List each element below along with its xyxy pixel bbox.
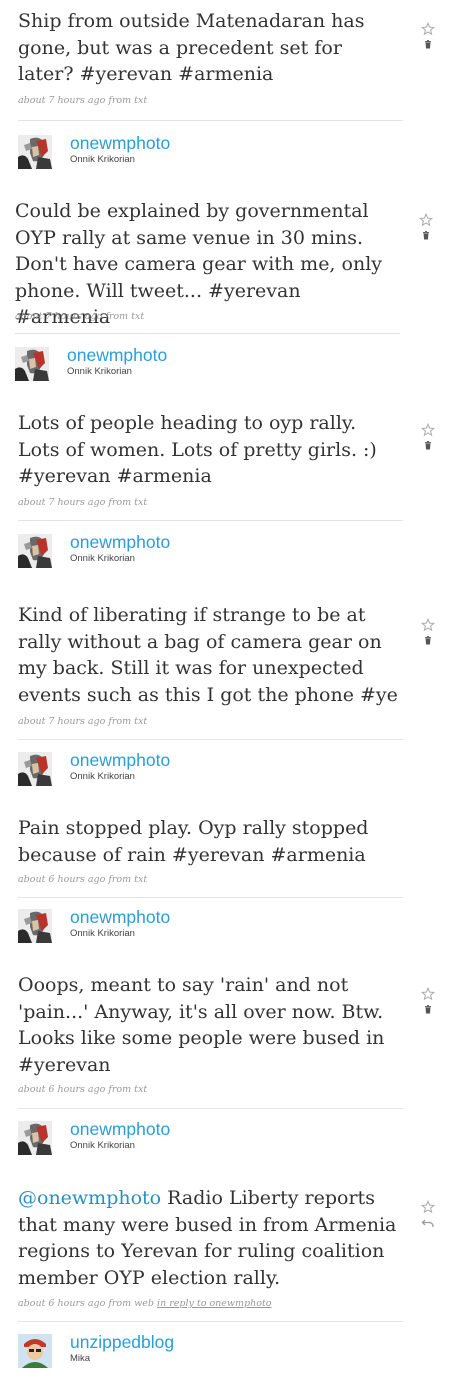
- avatar[interactable]: [18, 909, 52, 943]
- avatar[interactable]: [18, 534, 52, 568]
- tweet-author: onewmphoto Onnik Krikorian: [18, 750, 238, 792]
- tweet-meta: about 6 hours ago from web in reply to o…: [18, 1298, 272, 1309]
- tweet-meta: about 6 hours ago from txt: [18, 874, 148, 885]
- trash-icon[interactable]: [421, 1003, 435, 1017]
- star-outline-icon[interactable]: [421, 618, 435, 632]
- trash-icon[interactable]: [421, 38, 435, 52]
- meta-time-source: about 6 hours ago from web: [18, 1298, 155, 1309]
- author-full-name: Onnik Krikorian: [70, 1140, 135, 1151]
- tweet-author: onewmphoto Onnik Krikorian: [18, 133, 238, 175]
- tweet-author: onewmphoto Onnik Krikorian: [18, 532, 238, 574]
- tweet-meta: about 7 hours ago from txt: [15, 311, 145, 322]
- avatar[interactable]: [15, 347, 49, 381]
- tweet-author: onewmphoto Onnik Krikorian: [15, 345, 235, 387]
- tweet-meta: about 7 hours ago from txt: [18, 716, 148, 727]
- separator: [18, 120, 403, 121]
- avatar[interactable]: [18, 1121, 52, 1155]
- trash-icon[interactable]: [421, 439, 435, 453]
- author-full-name: Onnik Krikorian: [70, 771, 135, 782]
- tweet-author: onewmphoto Onnik Krikorian: [18, 907, 238, 949]
- star-outline-icon[interactable]: [419, 213, 433, 227]
- author-screen-name[interactable]: onewmphoto: [70, 907, 170, 928]
- star-outline-icon[interactable]: [421, 423, 435, 437]
- tweet-meta: about 7 hours ago from txt: [18, 95, 148, 106]
- tweet-text: @onewmphoto Radio Liberty reports that m…: [18, 1185, 403, 1291]
- tweet-text: Lots of people heading to oyp rally. Lot…: [18, 412, 377, 487]
- author-full-name: Onnik Krikorian: [67, 366, 132, 377]
- separator: [15, 333, 400, 334]
- author-full-name: Onnik Krikorian: [70, 553, 135, 564]
- separator: [18, 897, 403, 898]
- trash-icon[interactable]: [419, 229, 433, 243]
- tweet-text: Ship from outside Matenadaran has gone, …: [18, 10, 365, 85]
- author-screen-name[interactable]: unzippedblog: [70, 1332, 174, 1353]
- tweet-text: Ooops, meant to say 'rain' and not 'pain…: [18, 974, 385, 1076]
- separator: [18, 1108, 403, 1109]
- tweet-meta: about 6 hours ago from txt: [18, 1084, 148, 1095]
- reply-arrow-icon[interactable]: [421, 1216, 435, 1230]
- star-outline-icon[interactable]: [421, 1200, 435, 1214]
- in-reply-to-link[interactable]: in reply to onewmphoto: [157, 1298, 271, 1309]
- author-full-name: Onnik Krikorian: [70, 928, 135, 939]
- author-screen-name[interactable]: onewmphoto: [70, 532, 170, 553]
- tweet-meta: about 7 hours ago from txt: [18, 497, 148, 508]
- author-screen-name[interactable]: onewmphoto: [67, 345, 167, 366]
- author-full-name: Onnik Krikorian: [70, 154, 135, 165]
- tweet-author: onewmphoto Onnik Krikorian: [18, 1119, 238, 1161]
- tweet-text: Kind of liberating if strange to be at r…: [18, 604, 398, 706]
- star-outline-icon[interactable]: [421, 22, 435, 36]
- author-screen-name[interactable]: onewmphoto: [70, 750, 170, 771]
- author-full-name: Mika: [70, 1353, 91, 1364]
- star-outline-icon[interactable]: [421, 987, 435, 1001]
- tweet-text: Pain stopped play. Oyp rally stopped bec…: [18, 817, 369, 866]
- separator: [18, 739, 403, 740]
- separator: [18, 520, 403, 521]
- mention-link[interactable]: @onewmphoto: [18, 1187, 161, 1209]
- avatar[interactable]: [18, 752, 52, 786]
- trash-icon[interactable]: [421, 634, 435, 648]
- separator: [18, 1321, 403, 1322]
- avatar[interactable]: [18, 1334, 52, 1368]
- tweet-author: unzippedblog Mika: [18, 1332, 238, 1374]
- author-screen-name[interactable]: onewmphoto: [70, 1119, 170, 1140]
- author-screen-name[interactable]: onewmphoto: [70, 133, 170, 154]
- avatar[interactable]: [18, 135, 52, 169]
